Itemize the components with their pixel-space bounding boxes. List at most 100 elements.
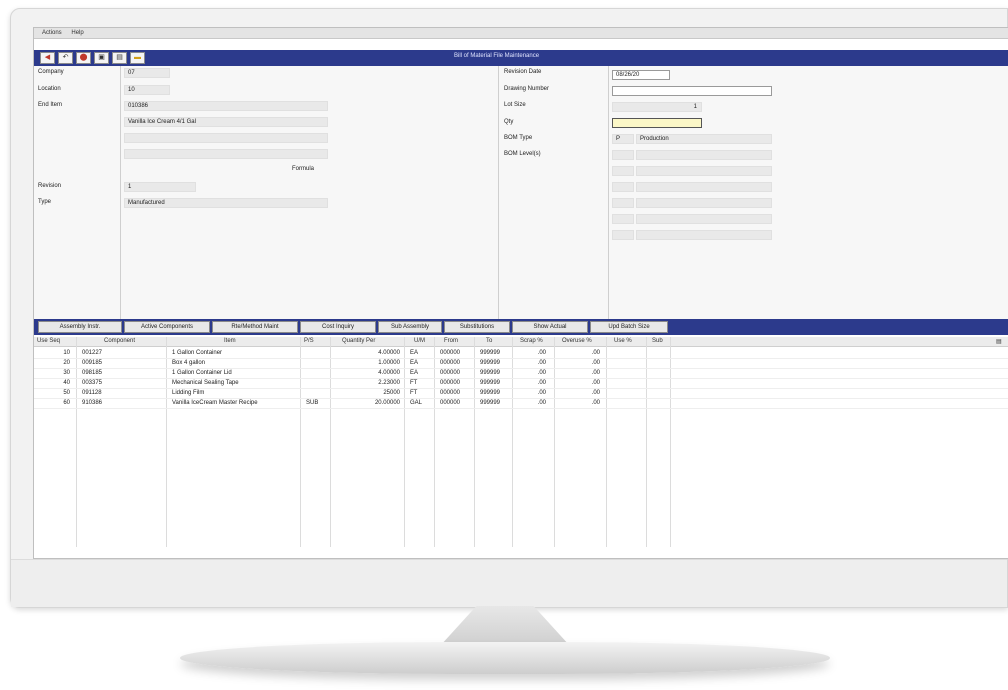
cell-from: 000000 [440,390,461,396]
col-from[interactable]: From [444,338,458,344]
active-components-button[interactable]: Active Components [124,321,210,333]
menu-bar: Actions Help [34,28,1008,39]
cell-item: Box 4 gallon [172,360,206,366]
company-field[interactable]: 07 [124,68,170,78]
bom-level-cell [612,182,634,192]
bom-type-label: BOM Type [504,135,533,141]
cell-quantity-per: 4.00000 [378,370,400,376]
cell-component: 910386 [82,400,103,406]
description-field-3 [124,149,328,159]
revision-field[interactable]: 1 [124,182,196,192]
cell-item: Vanilla IceCream Master Recipe [172,400,258,406]
sub-assembly-button[interactable]: Sub Assembly [378,321,442,333]
bom-level-cell [636,198,772,208]
bom-level-cell [636,150,772,160]
cell-from: 000000 [440,380,461,386]
cell-to: 999999 [480,360,501,366]
cell-overuse: .00 [591,380,600,386]
cell-use-seq: 10 [63,350,70,356]
col-item[interactable]: Item [224,338,236,344]
col-overuse[interactable]: Overuse % [562,338,592,344]
table-row[interactable]: 30 098185 1 Gallon Container Lid 4.00000… [34,369,1008,379]
bom-level-cell [636,166,772,176]
drawing-number-field[interactable] [612,86,772,96]
col-um[interactable]: U/M [414,338,425,344]
back-arrow-icon[interactable]: ◀ [40,52,55,64]
bom-level-cell [612,230,634,240]
bom-level-cell [612,198,634,208]
cell-um: FT [410,390,418,396]
cell-component: 003375 [82,380,103,386]
rte-method-maint-button[interactable]: Rte/Method Maint [212,321,298,333]
col-quantity-per[interactable]: Quantity Per [342,338,375,344]
col-use-seq[interactable]: Use Seq [37,338,60,344]
bom-type-code: P [612,134,634,144]
col-sub[interactable]: Sub [652,338,663,344]
component-grid: Use Seq Component Item P/S Quantity Per … [34,337,1008,547]
cell-overuse: .00 [591,390,600,396]
description-field: Vanilla Ice Cream 4/1 Gal [124,117,328,127]
revision-label: Revision [38,183,62,189]
cell-scrap: .00 [537,360,546,366]
cell-item: 1 Gallon Container Lid [172,370,232,376]
cell-from: 000000 [440,360,461,366]
bom-level-cell [612,150,634,160]
bom-type-field[interactable]: Production [636,134,772,144]
location-field[interactable]: 10 [124,85,170,95]
cell-scrap: .00 [537,370,546,376]
table-row[interactable]: 20 009185 Box 4 gallon 1.00000 EA 000000… [34,359,1008,369]
type-label: Type [38,199,52,205]
upd-batch-size-button[interactable]: Upd Batch Size [590,321,668,333]
stop-icon[interactable]: ⬤ [76,52,91,64]
grid-menu-icon[interactable]: ▤ [996,338,1002,345]
cell-to: 999999 [480,350,501,356]
col-ps[interactable]: P/S [304,338,314,344]
show-actual-button[interactable]: Show Actual [512,321,588,333]
assembly-instr-button[interactable]: Assembly Instr. [38,321,122,333]
print-icon[interactable]: ▤ [112,52,127,64]
cell-overuse: .00 [591,360,600,366]
qty-field[interactable] [612,118,702,128]
cell-scrap: .00 [537,390,546,396]
table-row[interactable]: 50 091128 Lidding Film 25000 FT 000000 9… [34,389,1008,399]
bom-level-cell [636,182,772,192]
col-component[interactable]: Component [104,338,135,344]
cell-to: 999999 [480,390,501,396]
table-row[interactable]: 10 001227 1 Gallon Container 4.00000 EA … [34,349,1008,359]
table-row[interactable]: 40 003375 Mechanical Sealing Tape 2.2300… [34,379,1008,389]
divider [120,66,121,319]
end-item-field[interactable]: 010386 [124,101,328,111]
lot-size-label: Lot Size [504,102,526,108]
col-scrap[interactable]: Scrap % [520,338,543,344]
company-label: Company [38,69,64,75]
menu-actions[interactable]: Actions [42,30,62,36]
cell-scrap: .00 [537,380,546,386]
lot-size-field[interactable]: 1 [612,102,702,112]
cell-um: FT [410,380,418,386]
cost-inquiry-button[interactable]: Cost Inquiry [300,321,376,333]
header-form: Company 07 Location 10 End Item 010386 V… [34,66,1008,319]
cell-component: 001227 [82,350,103,356]
divider [498,66,499,319]
cell-use-seq: 60 [63,400,70,406]
menu-help[interactable]: Help [71,30,83,36]
revision-date-field[interactable]: 08/26/20 [612,70,670,80]
cell-use-seq: 30 [63,370,70,376]
toolbar: ◀ ↶ ⬤ ▣ ▤ ▬ Bill of Material File Mainte… [34,50,1008,66]
col-to[interactable]: To [486,338,492,344]
folder-icon[interactable]: ▬ [130,52,145,64]
cell-quantity-per: 2.23000 [378,380,400,386]
cell-to: 999999 [480,370,501,376]
cell-um: EA [410,360,419,366]
cell-overuse: .00 [591,350,600,356]
bom-levels-label: BOM Level(s) [504,151,541,157]
undo-icon[interactable]: ↶ [58,52,73,64]
save-icon[interactable]: ▣ [94,52,109,64]
table-row[interactable]: 60 910386 Vanilla IceCream Master Recipe… [34,399,1008,409]
cell-um: GAL [410,400,423,406]
substitutions-button[interactable]: Substitutions [444,321,510,333]
col-use[interactable]: Use % [614,338,632,344]
cell-component: 091128 [82,390,102,396]
type-field[interactable]: Manufactured [124,198,328,208]
bom-level-cell [612,166,634,176]
